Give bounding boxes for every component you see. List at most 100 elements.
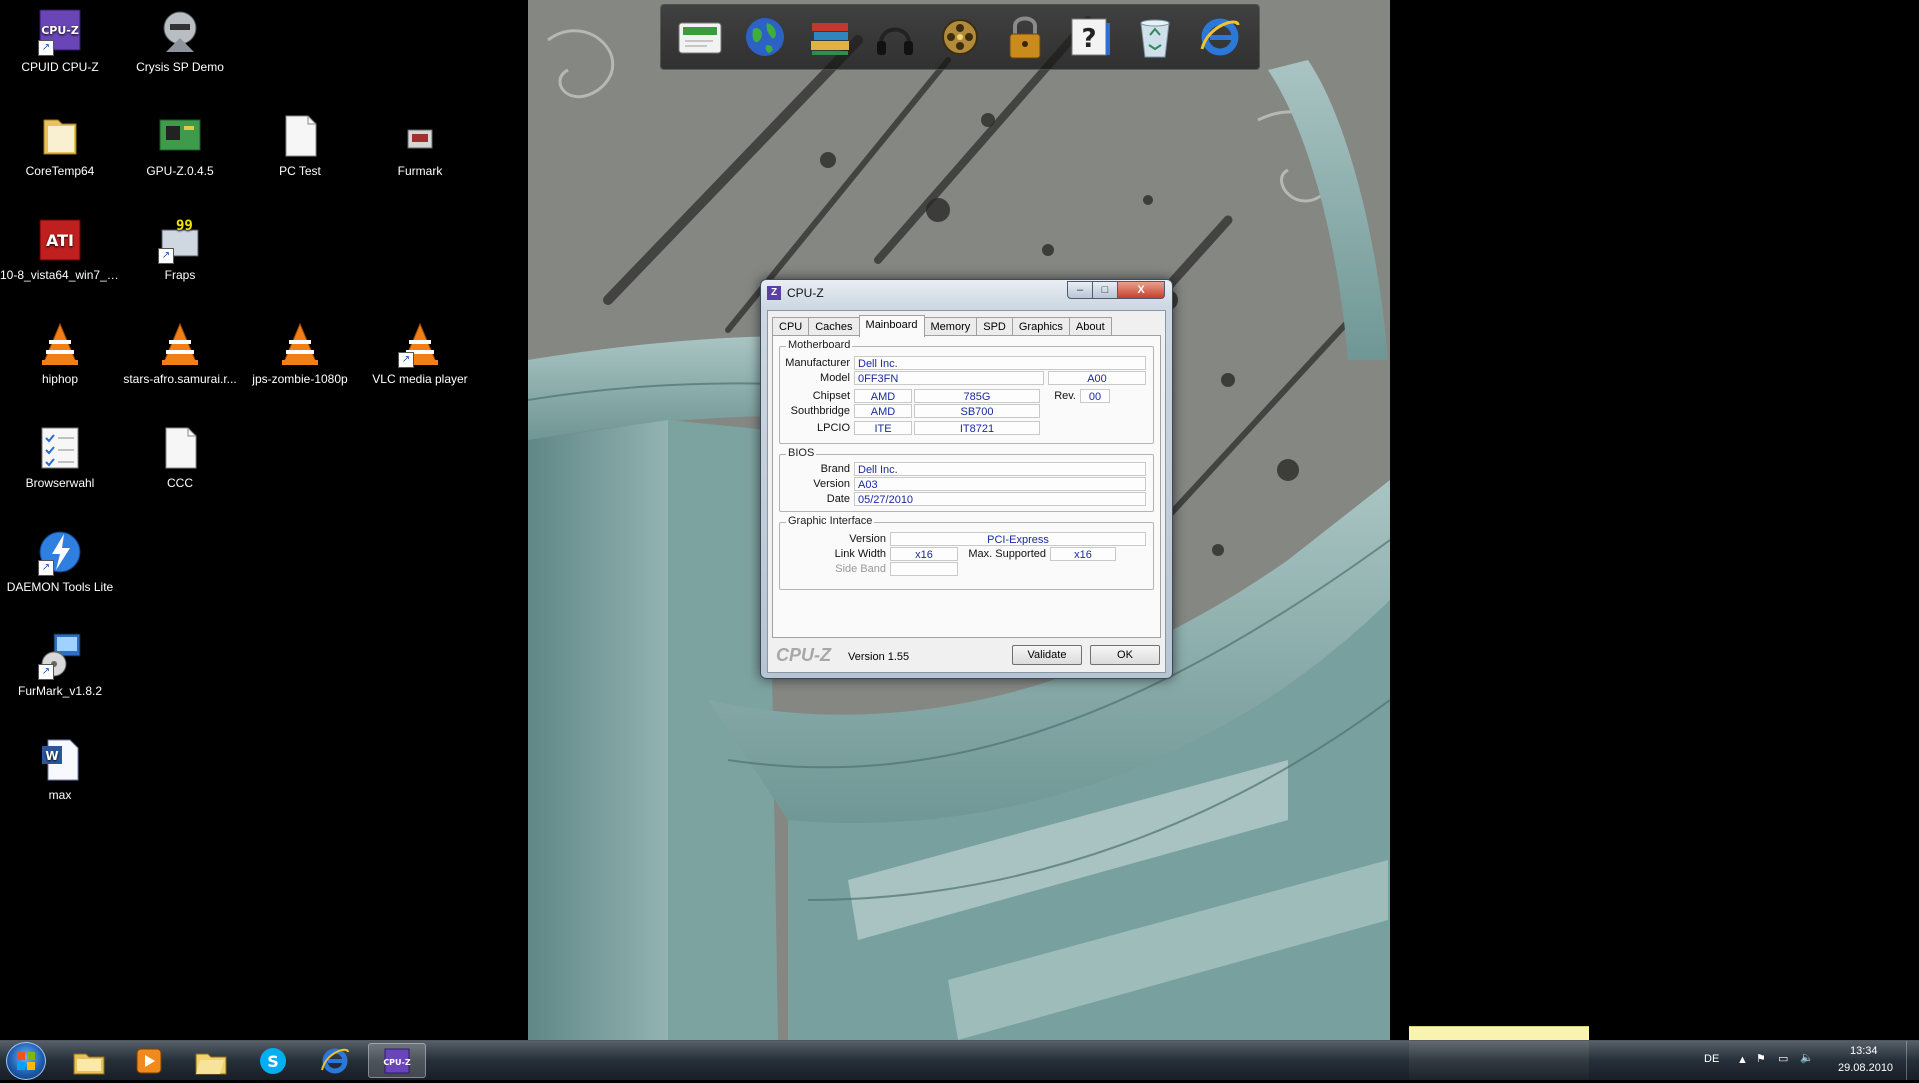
desktop-icon-hiphop[interactable]: hiphop: [0, 320, 120, 386]
help-icon[interactable]: ?: [1065, 12, 1115, 62]
desktop-icon-fraps[interactable]: 99 ↗ Fraps: [120, 216, 240, 282]
southbridge-label: Southbridge: [790, 405, 850, 417]
rev-label: Rev.: [1054, 390, 1076, 402]
manufacturer-label: Manufacturer: [785, 357, 850, 369]
tab-mainboard[interactable]: Mainboard: [858, 315, 925, 337]
tab-memory[interactable]: Memory: [923, 317, 978, 336]
furmark-setup-icon: ↗: [36, 632, 84, 680]
furmark-icon: [396, 112, 444, 160]
close-button[interactable]: X: [1117, 281, 1165, 299]
checklist-icon: [36, 424, 84, 472]
taskbar-skype-button[interactable]: S: [244, 1043, 302, 1078]
desktop-icon-stars-afro[interactable]: stars-afro.samurai.r...: [120, 320, 240, 386]
show-desktop-button[interactable]: [1906, 1041, 1919, 1080]
desktop-icon-label: DAEMON Tools Lite: [6, 580, 114, 594]
cpuz-titlebar[interactable]: Z CPU-Z – □ X: [761, 280, 1172, 308]
padlock-icon[interactable]: [1000, 12, 1050, 62]
volume-icon[interactable]: 🔈: [1800, 1051, 1814, 1064]
language-indicator[interactable]: DE: [1704, 1053, 1719, 1065]
cpuz-icon: CPU-Z ↗: [36, 8, 84, 56]
ati-icon: ATI: [36, 216, 84, 264]
desktop-icon-furmark-setup[interactable]: ↗ FurMark_v1.8.2: [0, 632, 120, 698]
svg-text:S: S: [267, 1052, 279, 1071]
cpuz-tab-bar: CPU Caches Mainboard Memory SPD Graphics…: [772, 315, 1112, 337]
tab-about[interactable]: About: [1068, 317, 1112, 336]
link-width-label: Link Width: [834, 548, 886, 560]
desktop-icon-cpuz[interactable]: CPU-Z ↗ CPUID CPU-Z: [0, 8, 120, 74]
desktop-icon-ccc[interactable]: CCC: [120, 424, 240, 490]
maximize-button[interactable]: □: [1092, 281, 1118, 299]
crysis-icon: [156, 8, 204, 56]
tab-spd[interactable]: SPD: [976, 317, 1013, 336]
bios-brand-label: Brand: [820, 463, 850, 475]
cpuz-footer: CPU-Z Version 1.55 Validate OK: [772, 641, 1161, 669]
show-hidden-icons-icon[interactable]: ▲: [1737, 1054, 1748, 1066]
desktop-icon-ati-driver[interactable]: ATI 10-8_vista64_win7_6...: [0, 216, 120, 282]
desktop-icon-vlc[interactable]: ↗ VLC media player: [360, 320, 480, 386]
desktop-icon-label: Fraps: [164, 268, 196, 282]
desktop-icon-max[interactable]: W max: [0, 736, 120, 802]
desktop-icon-label: CCC: [167, 476, 193, 490]
desktop-icon-label: FurMark_v1.8.2: [17, 684, 103, 698]
bios-brand-value: Dell Inc.: [854, 462, 1146, 476]
word-icon: W: [36, 736, 84, 784]
svg-text:CPU-Z: CPU-Z: [41, 24, 79, 37]
tab-graphics[interactable]: Graphics: [1011, 317, 1070, 336]
books-icon[interactable]: [805, 12, 855, 62]
start-button[interactable]: [6, 1042, 46, 1080]
lpcio-label: LPCIO: [816, 422, 850, 434]
fraps-icon: 99 ↗: [156, 216, 204, 264]
side-band-value: [890, 562, 958, 576]
taskbar: S CPU-Z DE ▲ ⚑ ▭ 🔈 13:34 29.08.2010: [0, 1040, 1919, 1080]
version-text: Version 1.55: [848, 651, 910, 663]
desktop-icon-label: Furmark: [397, 164, 443, 178]
cpuz-icon: CPU-Z: [383, 1048, 411, 1073]
clock-time[interactable]: 13:34: [1850, 1045, 1878, 1057]
desktop-icon-daemon-tools[interactable]: ↗ DAEMON Tools Lite: [0, 528, 120, 594]
desktop-icon-browserwahl[interactable]: Browserwahl: [0, 424, 120, 490]
desktop-icon-jps-zombie[interactable]: jps-zombie-1080p: [240, 320, 360, 386]
action-center-flag-icon[interactable]: ⚑: [1756, 1052, 1766, 1065]
globe-icon[interactable]: [740, 12, 790, 62]
group-label-bios: BIOS: [786, 447, 817, 459]
desktop-icon-label: Crysis SP Demo: [136, 60, 224, 74]
svg-text:ATI: ATI: [46, 231, 74, 250]
desktop-icon-crysis[interactable]: Crysis SP Demo: [120, 8, 240, 74]
minimize-button[interactable]: –: [1067, 281, 1093, 299]
model-label: Model: [820, 372, 850, 384]
lpcio-vendor-value: ITE: [854, 421, 912, 435]
svg-text:?: ?: [1082, 24, 1097, 54]
vlc-icon: [276, 320, 324, 368]
tab-caches[interactable]: Caches: [808, 317, 860, 336]
recycle-bin-icon[interactable]: [1130, 12, 1180, 62]
max-supported-label: Max. Supported: [968, 548, 1046, 560]
bios-date-label: Date: [826, 493, 850, 505]
taskbar-internet-explorer-button[interactable]: [306, 1043, 364, 1078]
cpuz-client-area: CPU Caches Mainboard Memory SPD Graphics…: [767, 310, 1166, 673]
mail-icon[interactable]: [675, 12, 725, 62]
taskbar-media-player-button[interactable]: [120, 1043, 178, 1078]
clock-date[interactable]: 29.08.2010: [1838, 1062, 1893, 1074]
chipset-rev-value: 00: [1080, 389, 1110, 403]
internet-explorer-icon[interactable]: [1195, 12, 1245, 62]
network-icon[interactable]: ▭: [1778, 1052, 1788, 1065]
desktop-icon-coretemp64[interactable]: CoreTemp64: [0, 112, 120, 178]
desktop-icon-furmark[interactable]: Furmark: [360, 112, 480, 178]
tab-cpu[interactable]: CPU: [772, 317, 810, 336]
ok-button[interactable]: OK: [1090, 645, 1160, 665]
taskbar-explorer-button[interactable]: [60, 1043, 118, 1078]
svg-text:CPU-Z: CPU-Z: [383, 1058, 411, 1067]
validate-button[interactable]: Validate: [1012, 645, 1082, 665]
desktop-icon-label: PC Test: [279, 164, 321, 178]
headphones-icon[interactable]: [870, 12, 920, 62]
lpcio-model-value: IT8721: [914, 421, 1040, 435]
taskbar-folder-button[interactable]: [182, 1043, 240, 1078]
bios-version-label: Version: [813, 478, 850, 490]
desktop-icon-pc-test[interactable]: PC Test: [240, 112, 360, 178]
taskbar-cpuz-button[interactable]: CPU-Z: [368, 1043, 426, 1078]
desktop-icon-gpuz[interactable]: GPU-Z.0.4.5: [120, 112, 240, 178]
gi-version-value: PCI-Express: [890, 532, 1146, 546]
explorer-icon: [73, 1053, 105, 1074]
skype-icon: S: [260, 1047, 286, 1074]
film-reel-icon[interactable]: [935, 12, 985, 62]
